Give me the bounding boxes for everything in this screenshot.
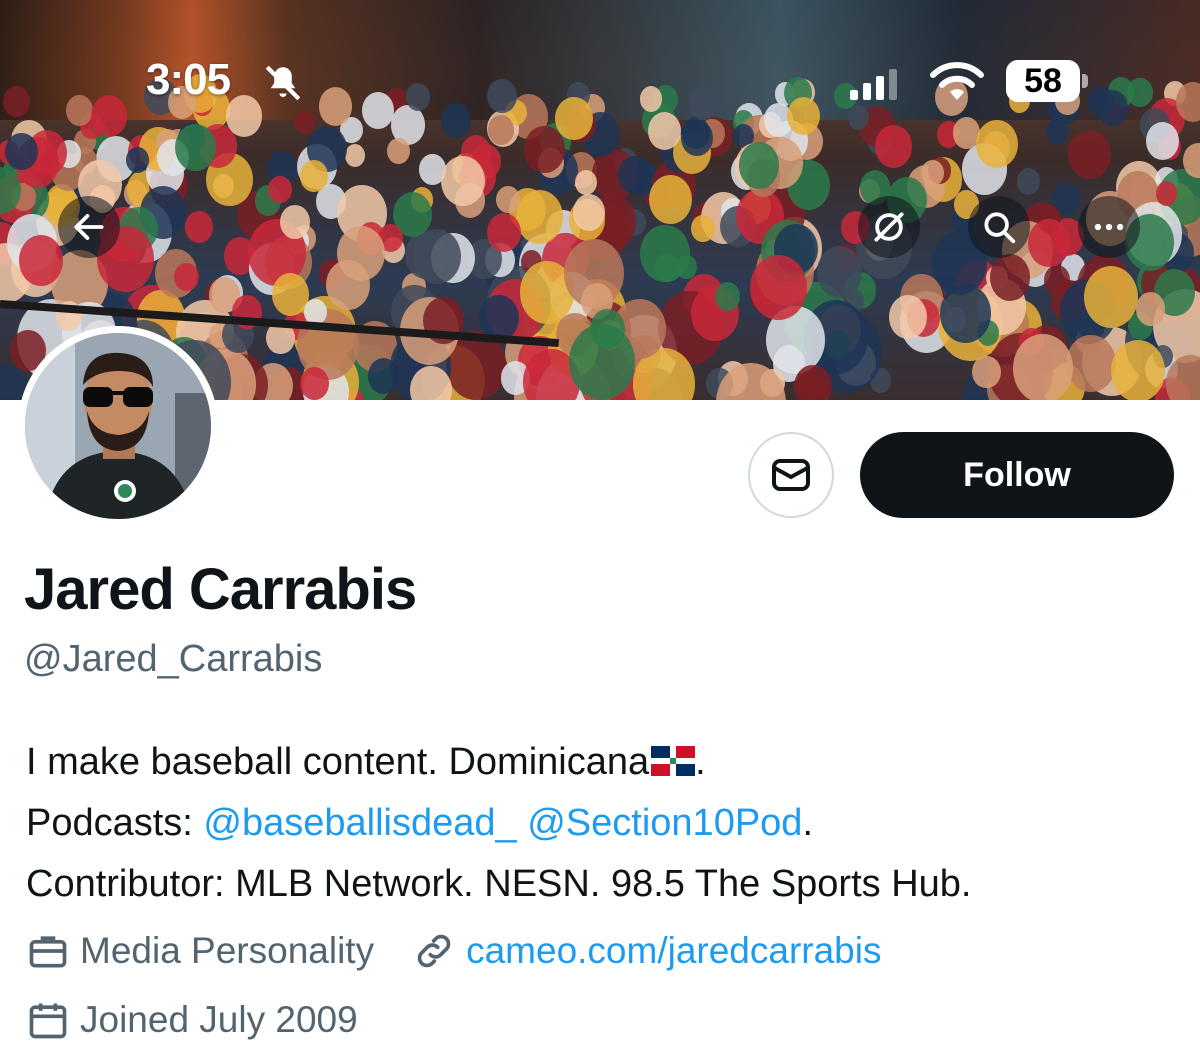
more-button[interactable] bbox=[1078, 196, 1140, 258]
search-button[interactable] bbox=[968, 196, 1030, 258]
briefcase-icon bbox=[29, 936, 67, 968]
profile-avatar[interactable] bbox=[18, 326, 218, 526]
battery-level: 58 bbox=[1024, 62, 1062, 100]
wifi-icon bbox=[930, 62, 984, 100]
bio-punctuation: . bbox=[802, 802, 813, 844]
dominican-flag-icon bbox=[651, 746, 696, 776]
arrow-left-icon bbox=[74, 214, 104, 240]
bio-podcasts-label: Podcasts: bbox=[26, 802, 204, 844]
more-horizontal-icon bbox=[1094, 223, 1124, 231]
calendar-icon bbox=[29, 1003, 67, 1039]
back-button[interactable] bbox=[58, 196, 120, 258]
link-icon bbox=[417, 934, 451, 968]
profile-banner[interactable]: 3:05 58 bbox=[0, 0, 1200, 400]
joined-text: Joined July 2009 bbox=[80, 999, 358, 1040]
avatar-photo bbox=[25, 333, 211, 519]
search-icon bbox=[984, 212, 1016, 244]
bio-text: I make baseball content. Dominicana bbox=[26, 741, 650, 783]
profile-meta: Media Personality cameo.com/jaredcarrabi… bbox=[26, 926, 881, 976]
profile-bio: I make baseball content. Dominicana . Po… bbox=[26, 732, 1186, 915]
user-handle: @Jared_Carrabis bbox=[24, 638, 323, 680]
website-link[interactable]: cameo.com/jaredcarrabis bbox=[466, 930, 881, 972]
profile-category: Media Personality bbox=[80, 930, 375, 971]
cellular-signal-icon bbox=[850, 69, 897, 100]
status-time: 3:05 bbox=[146, 55, 231, 104]
bell-slash-icon bbox=[265, 65, 301, 101]
joined-date: Joined July 2009 bbox=[26, 998, 358, 1042]
message-button[interactable] bbox=[748, 432, 834, 518]
battery-icon: 58 bbox=[1006, 60, 1088, 102]
bio-line-3: Contributor: MLB Network. NESN. 98.5 The… bbox=[26, 863, 972, 905]
mention-link-section10pod[interactable]: @Section10Pod bbox=[527, 802, 802, 844]
bio-punctuation: . bbox=[695, 741, 706, 783]
avatar-portrait bbox=[25, 333, 211, 519]
slashed-circle-icon bbox=[874, 212, 904, 242]
display-name: Jared Carrabis bbox=[24, 557, 417, 622]
bio-line-2: Podcasts: @baseballisdead_ @Section10Pod… bbox=[26, 793, 1186, 854]
follow-button[interactable]: Follow bbox=[860, 432, 1174, 518]
grok-button[interactable] bbox=[858, 196, 920, 258]
envelope-icon bbox=[772, 459, 810, 491]
mention-link-baseballisdead[interactable]: @baseballisdead_ bbox=[203, 802, 516, 844]
bio-line-1: I make baseball content. Dominicana . bbox=[26, 732, 1186, 793]
